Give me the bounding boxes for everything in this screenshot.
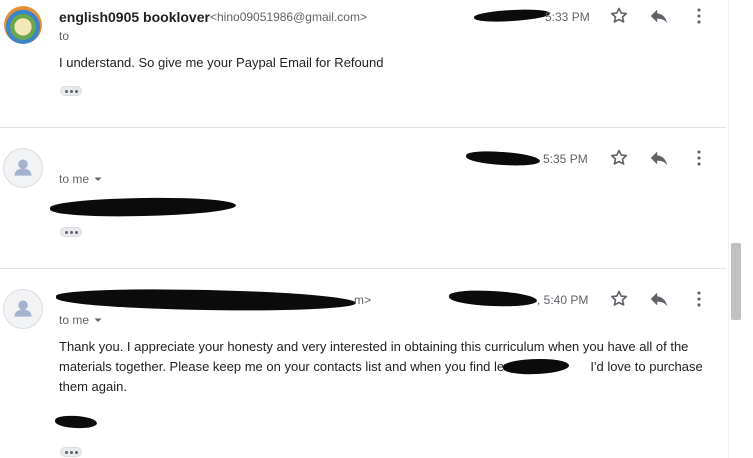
avatar-english0905[interactable]	[4, 6, 42, 44]
message-time: 5:35 PM	[543, 152, 588, 166]
star-icon[interactable]	[608, 5, 630, 27]
recipient-details-toggle[interactable]: to me	[59, 171, 103, 187]
more-vert-icon[interactable]	[688, 147, 710, 169]
recipient-details-toggle[interactable]: to me	[59, 312, 103, 328]
person-avatar-icon	[14, 300, 32, 317]
more-vert-icon[interactable]	[688, 5, 710, 27]
show-trimmed-content-button[interactable]	[60, 86, 82, 96]
scrollbar-track[interactable]	[728, 0, 753, 458]
redaction-mark	[54, 415, 98, 429]
message-body: Thank you. I appreciate your honesty and…	[59, 337, 707, 397]
redaction-mark	[473, 7, 551, 24]
scrollbar-thumb[interactable]	[731, 243, 741, 320]
recipient-line: to	[59, 29, 70, 43]
message-body-tail: I'd love to purchase	[586, 359, 703, 374]
avatar-default[interactable]	[3, 148, 43, 188]
avatar-default[interactable]	[3, 289, 43, 329]
reply-icon[interactable]	[648, 5, 670, 27]
message-divider	[0, 127, 726, 128]
star-icon[interactable]	[608, 288, 630, 310]
message-time: 5:33 PM	[545, 10, 590, 24]
more-vert-icon[interactable]	[688, 288, 710, 310]
redaction-mark	[55, 287, 357, 313]
show-trimmed-content-button[interactable]	[60, 447, 82, 457]
show-trimmed-content-button[interactable]	[60, 227, 82, 237]
message-time: , 5:40 PM	[537, 293, 589, 307]
redaction-mark	[448, 289, 538, 308]
recipient-line: to me	[59, 313, 90, 327]
recipient-line: to me	[59, 172, 90, 186]
star-icon[interactable]	[608, 147, 630, 169]
sender-name: english0905 booklover	[59, 9, 210, 25]
message-body-line3: them again.	[59, 379, 127, 394]
reply-icon[interactable]	[648, 288, 670, 310]
reply-icon[interactable]	[648, 147, 670, 169]
arrow-drop-down-icon	[94, 177, 102, 181]
sender-email: m>	[354, 293, 372, 307]
person-avatar-icon	[14, 159, 32, 176]
message-body: I understand. So give me your Paypal Ema…	[59, 55, 384, 70]
sender-email: <hino09051986@gmail.com>	[210, 10, 367, 24]
redaction-mark	[49, 195, 237, 219]
redaction-mark	[465, 150, 541, 167]
message-divider	[0, 268, 726, 269]
arrow-drop-down-icon	[94, 318, 102, 322]
